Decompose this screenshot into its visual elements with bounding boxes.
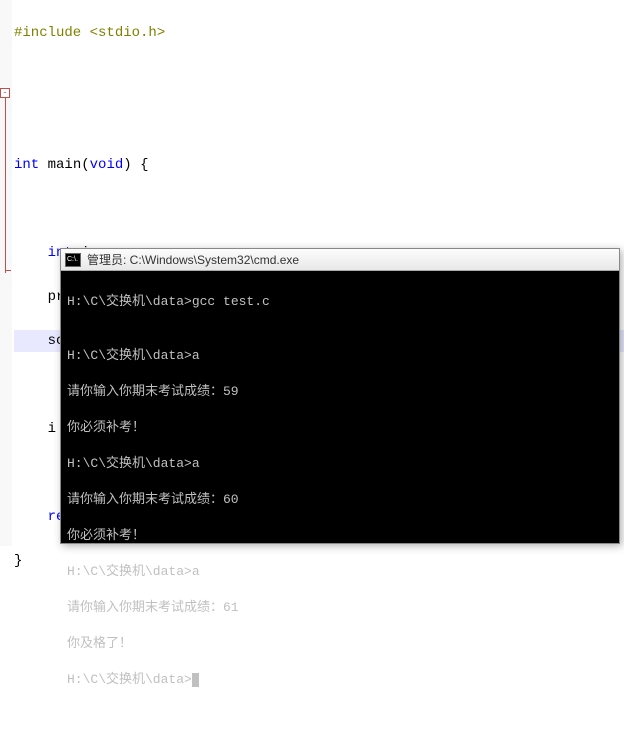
func-main: main (48, 157, 82, 173)
terminal-line: 请你输入你期末考试成绩：61 (67, 599, 613, 617)
terminal-line: H:\C\交换机\data>gcc test.c (67, 293, 613, 311)
terminal-line: 请你输入你期末考试成绩：59 (67, 383, 613, 401)
cmd-icon: C:\. (65, 253, 81, 267)
keyword-void: void (90, 157, 124, 173)
var-i: i (48, 421, 56, 437)
code-line: int main(void) { (14, 154, 624, 176)
fold-toggle-icon[interactable]: - (0, 88, 10, 98)
terminal-title: 管理员: C:\Windows\System32\cmd.exe (87, 251, 299, 268)
terminal-line: H:\C\交换机\data>a (67, 563, 613, 581)
terminal-titlebar[interactable]: C:\. 管理员: C:\Windows\System32\cmd.exe (61, 249, 619, 271)
fold-guide-end (5, 270, 11, 271)
terminal-body[interactable]: H:\C\交换机\data>gcc test.c H:\C\交换机\data>a… (61, 271, 619, 729)
terminal-line: 你及格了！ (67, 635, 613, 653)
fold-guide-line (5, 98, 6, 273)
terminal-line: H:\C\交换机\data>a (67, 347, 613, 365)
terminal-line: 你必须补考！ (67, 527, 613, 545)
preprocessor-directive: #include (14, 25, 81, 41)
terminal-cursor (192, 673, 199, 687)
code-line (14, 198, 624, 220)
terminal-line: H:\C\交换机\data>a (67, 455, 613, 473)
terminal-line: H:\C\交换机\data> (67, 671, 613, 689)
terminal-line: 请你输入你期末考试成绩：60 (67, 491, 613, 509)
terminal-prompt: H:\C\交换机\data> (67, 672, 192, 687)
terminal-window: C:\. 管理员: C:\Windows\System32\cmd.exe H:… (60, 248, 620, 544)
code-line (14, 66, 624, 88)
keyword-int: int (14, 157, 39, 173)
editor-gutter (0, 0, 12, 546)
terminal-line: 你必须补考！ (67, 419, 613, 437)
code-line (14, 110, 624, 132)
code-line: #include <stdio.h> (14, 22, 624, 44)
include-path: <stdio.h> (90, 25, 166, 41)
